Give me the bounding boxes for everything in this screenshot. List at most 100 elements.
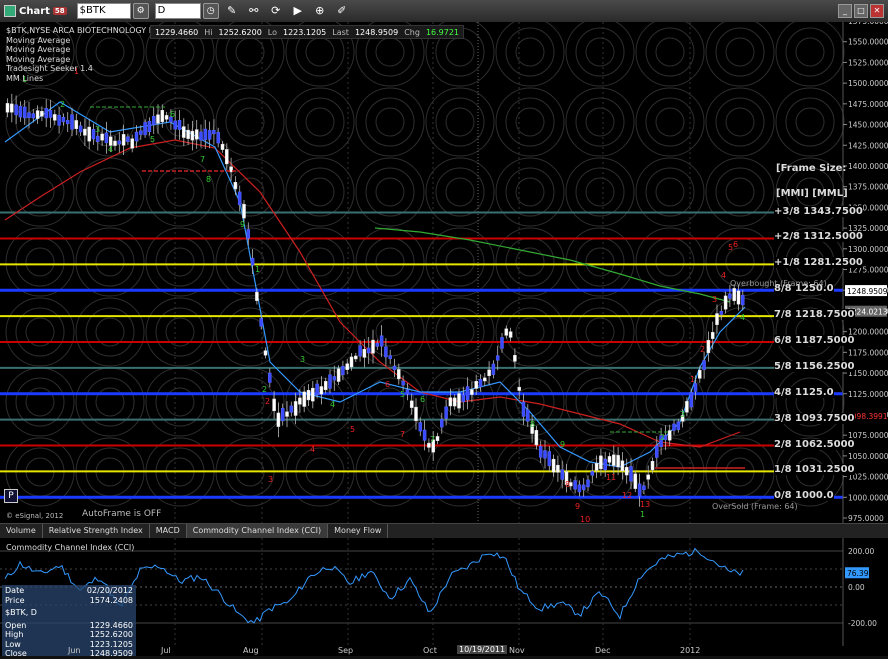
seeker-count-green: 6 [420,395,425,404]
candle-body [418,422,423,432]
maximize-button[interactable]: □ [854,4,868,18]
candle-body [83,128,87,136]
candle-body [53,114,57,121]
candle-body [513,355,517,362]
candle-body [719,310,724,315]
candle-body [612,454,616,466]
seeker-count-red: 9 [575,502,580,511]
add-icon[interactable]: ⊕ [313,4,327,18]
minimize-button[interactable]: _ [838,4,852,18]
candle-body [268,372,272,383]
candle-body [465,386,470,401]
seeker-count-green: 4 [330,400,335,409]
candle-body [573,480,577,490]
candle-body [113,140,117,146]
link-icon[interactable]: ⚯ [247,4,261,18]
dw-symbol: $BTK, D [5,608,37,617]
candle-body [345,363,349,370]
dw-open: 1229.4660 [89,620,133,630]
dw-open-label: Open [5,620,27,630]
candle-body [250,257,255,266]
seeker-count-red: 2 [265,397,270,406]
close-button[interactable]: ✕ [870,4,884,18]
candle-body [22,106,27,119]
candle-body [259,318,263,327]
candle-body [414,406,418,422]
clock-icon[interactable]: ◷ [202,3,219,19]
tools-icon[interactable]: ✐ [335,4,349,18]
play-icon[interactable]: ▶ [291,4,305,18]
seeker-count-green: 9 [240,220,245,229]
indicator-tabs: Volume Relative Strength Index MACD Comm… [0,523,888,538]
candle-body [483,377,487,382]
quote-chg-label: Chg [404,27,420,37]
price-tick-label: 1300.0000 [848,245,888,254]
candle-body [27,112,31,119]
candle-body [435,436,440,441]
p-button[interactable]: P [4,489,18,503]
candle-body [74,120,79,129]
price-chart[interactable]: 1234567891234567891234123456789101112131… [0,22,888,523]
candle-body [121,134,126,146]
mml-level-label: 3/8 1093.7500 [774,412,855,424]
candle-body [379,335,384,347]
candle-body [452,397,457,407]
candle-body [676,421,681,430]
refresh-icon[interactable]: ⟳ [269,4,283,18]
overbought-label: Overbought (Frame: 64) [730,279,827,288]
oversold-label: OverSold (Frame: 64) [712,502,798,511]
toolbar: Chart 58 $BTK ⚙ D ◷ ✎ ⚯ ⟳ ▶ ⊕ ✐ _ □ ✕ [0,0,888,23]
legend-seeker: Tradesight Seeker 1.4 [6,64,93,73]
tab-volume[interactable]: Volume [0,524,43,538]
candle-body [10,103,14,113]
window-controls: _ □ ✕ [838,4,884,18]
x-label-nov: Nov [509,646,525,655]
candle-body [40,111,44,117]
esignal-copyright: © eSignal, 2012 [6,512,64,520]
symbol-input[interactable]: $BTK [76,3,131,19]
candle-body [672,423,676,431]
price-tick-label: 1425.0000 [848,141,888,150]
candle-body [246,229,251,239]
candle-body [87,126,91,142]
tab-cci[interactable]: Commodity Channel Index (CCI) [186,524,329,538]
candle-body [306,389,311,401]
candle-body [177,120,182,130]
tab-macd[interactable]: MACD [150,524,187,538]
chart-window: { "toolbar": { "title": "Chart", "title_… [0,0,888,659]
pencil-icon[interactable]: ✎ [225,4,239,18]
cci-tick-label: -200.00 [848,619,877,628]
quote-chg: 16.9721 [425,27,460,37]
price-tick-label: 1050.0000 [848,452,888,461]
legend-ma-2: Moving Average [6,45,71,54]
quote-hi: 1252.6200 [218,27,262,37]
candle-body [547,451,552,467]
candle-body [65,120,70,125]
seeker-count-red: 13 [640,500,650,509]
mml-header: [MMI] [MML] [776,188,848,199]
gear-icon[interactable]: ⚙ [132,3,149,19]
tab-rsi[interactable]: Relative Strength Index [43,524,150,538]
candle-body [599,455,603,470]
candle-body [354,355,358,360]
candle-body [151,115,156,126]
chart-icon [4,5,16,17]
candle-body [349,356,354,368]
candle-body [405,389,410,395]
seeker-count-green: 7 [200,155,205,164]
candle-body [44,108,48,119]
candle-body [242,204,246,219]
candle-body [207,130,212,140]
x-label-sep: Sep [338,646,354,655]
tab-money-flow[interactable]: Money Flow [328,524,389,538]
interval-input[interactable]: D [154,3,201,19]
seeker-count-green: 4 [108,145,113,154]
seeker-count-red: 1 [690,375,695,384]
seeker-count-green: 2 [60,100,65,109]
mml-level-label: +1/8 1281.2500 [774,257,863,269]
candle-body [728,293,732,299]
mml-level-label: 1/8 1031.2500 [774,464,855,476]
seeker-count-red: 12 [622,491,632,500]
cci-tick-label: 0.00 [848,583,865,592]
x-label-jul: Jul [161,646,171,655]
